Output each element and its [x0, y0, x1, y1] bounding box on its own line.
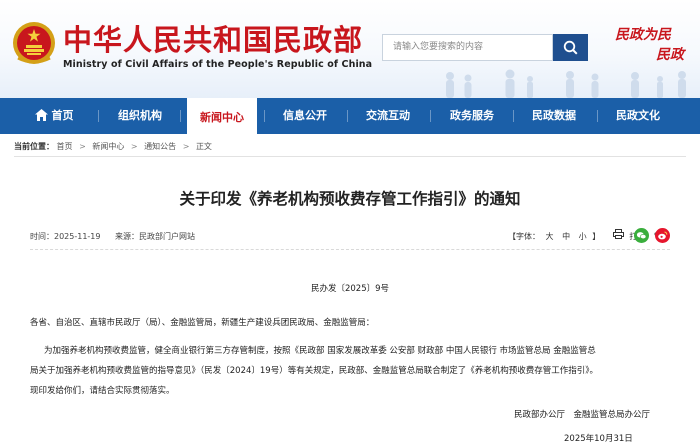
- nav-item-organization[interactable]: 组织机构: [108, 98, 172, 134]
- breadcrumb-separator: >: [130, 142, 138, 151]
- search-button[interactable]: [553, 34, 588, 61]
- document-number: 民办发〔2025〕9号: [310, 284, 390, 294]
- article-title: 关于印发《养老机构预收费存管工作指引》的通知: [179, 190, 521, 208]
- publish-time: 时间：2025-11-19: [30, 232, 101, 241]
- breadcrumb-news-link[interactable]: 新闻中心: [92, 142, 124, 151]
- home-icon: [34, 108, 48, 121]
- article-source: 来源：民政部门户网站: [115, 232, 196, 241]
- nav-divider: [264, 110, 265, 122]
- breadcrumb-prefix: 当前位置：: [14, 142, 54, 151]
- people-silhouette-decoration: [446, 69, 686, 98]
- nav-divider: [597, 110, 598, 122]
- article-body: 为加强养老机构预收费监管，健全商业银行第三方存管制度，按照《民政部 国家发展改革…: [30, 341, 670, 401]
- main-nav: 首页 组织机构 新闻中心 信息公开 交流互动 政务服务 民政数据 民政文化: [0, 98, 700, 138]
- nav-item-info-disclosure[interactable]: 信息公开: [273, 98, 337, 134]
- breadcrumb-current: 正文: [195, 142, 212, 151]
- site-subtitle: Ministry of Civil Affairs of the People'…: [63, 59, 373, 70]
- document-date: 2025年10月31日: [564, 434, 633, 444]
- document-addressee: 各省、自治区、直辖市民政厅（局）、金融监管局，新疆生产建设兵团民政局、金融监管局…: [30, 318, 375, 328]
- font-size-label: 【字体：: [508, 231, 540, 241]
- breadcrumb-separator: >: [182, 142, 190, 151]
- nav-item-home[interactable]: 首页: [24, 98, 84, 134]
- slogan-calligraphy: 民政为民 民政: [612, 26, 696, 66]
- breadcrumb: 当前位置： 首页 > 新闻中心 > 通知公告 > 正文: [14, 140, 212, 154]
- nav-divider: [347, 110, 348, 122]
- nav-divider: [98, 110, 99, 122]
- font-size-medium-button[interactable]: 中: [562, 230, 570, 244]
- body-line: 现印发给你们，请结合实际贯彻落实。: [30, 386, 175, 396]
- nav-item-interaction[interactable]: 交流互动: [356, 98, 420, 134]
- document-signatories: 民政部办公厅 金融监管总局办公厅: [514, 410, 651, 420]
- body-line: 局关于加强养老机构预收费监管的指导意见》（民发〔2024〕19号）等有关规定，民…: [30, 366, 598, 376]
- slogan-line-2: 民政: [656, 47, 684, 63]
- font-size-small-button[interactable]: 小: [579, 230, 587, 244]
- nav-item-civil-data[interactable]: 民政数据: [522, 98, 586, 134]
- nav-divider: [513, 110, 514, 122]
- breadcrumb-notices-link[interactable]: 通知公告: [144, 142, 176, 151]
- site-header: 中华人民共和国民政部 Ministry of Civil Affairs of …: [0, 0, 700, 98]
- nav-divider: [180, 110, 181, 122]
- wechat-share-icon[interactable]: [634, 228, 649, 243]
- breadcrumb-separator: >: [79, 142, 86, 151]
- nav-item-civil-culture[interactable]: 民政文化: [606, 98, 670, 134]
- weibo-share-icon[interactable]: [655, 228, 670, 243]
- national-emblem-icon: [13, 22, 55, 64]
- slogan-line-1: 民政为民: [615, 27, 671, 43]
- font-size-large-button[interactable]: 大: [546, 230, 554, 244]
- body-line: 为加强养老机构预收费监管，健全商业银行第三方存管制度，按照《民政部 国家发展改革…: [44, 346, 596, 356]
- nav-item-news-center[interactable]: 新闻中心: [187, 98, 257, 138]
- print-icon[interactable]: [612, 229, 624, 244]
- nav-divider: [430, 110, 431, 122]
- site-title: 中华人民共和国民政部: [63, 23, 364, 57]
- nav-item-government-services[interactable]: 政务服务: [440, 98, 504, 134]
- meta-divider: [30, 249, 670, 250]
- font-size-close: 】: [592, 231, 601, 241]
- breadcrumb-divider: [14, 156, 686, 157]
- search-icon: [563, 40, 578, 55]
- search-input[interactable]: 请输入您要搜索的内容: [382, 34, 553, 61]
- nav-label: 首页: [51, 109, 74, 122]
- breadcrumb-home-link[interactable]: 首页: [57, 142, 73, 151]
- article-meta: 时间：2025-11-19 来源：民政部门户网站: [30, 231, 195, 242]
